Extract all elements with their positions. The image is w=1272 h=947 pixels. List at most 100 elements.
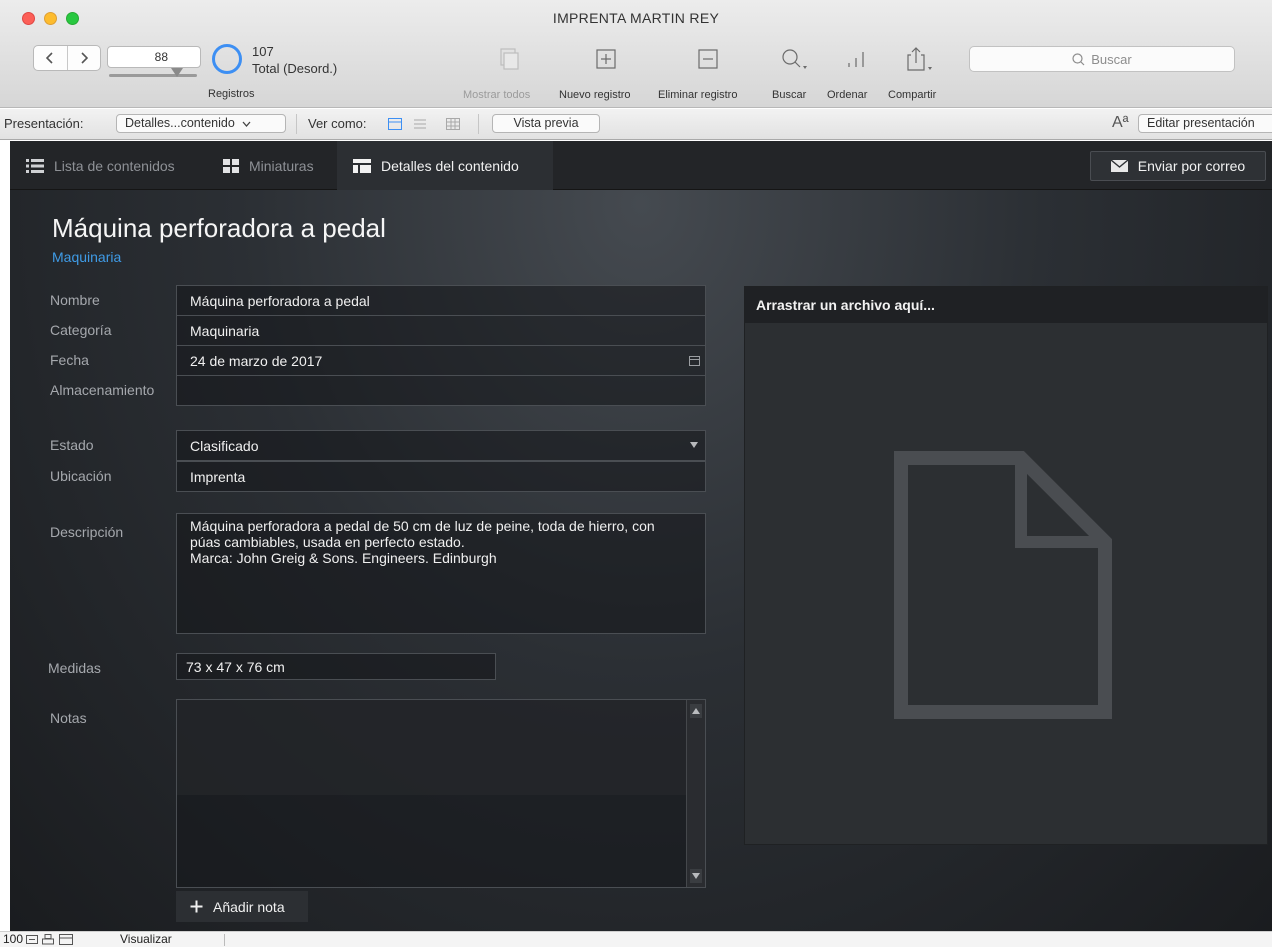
layout-label: Presentación: (4, 116, 84, 131)
tab-content-list[interactable]: Lista de contenidos (10, 141, 207, 190)
chevron-right-icon (81, 52, 88, 64)
previous-record-button[interactable] (34, 46, 67, 70)
status-dropdown[interactable]: Clasificado (176, 430, 706, 461)
tab-label: Miniaturas (249, 157, 314, 174)
description-line: Máquina perforadora a pedal de 50 cm de … (190, 518, 655, 534)
thumbnails-icon (223, 158, 239, 173)
edit-layout-button[interactable]: Editar presentación (1138, 114, 1272, 133)
sort-button[interactable]: Ordenar (827, 44, 872, 101)
divider (478, 114, 479, 134)
search-icon (1072, 52, 1085, 65)
layout-select-value: Detalles...contenido (125, 116, 235, 130)
arrow-up-icon (692, 708, 700, 714)
note-row[interactable] (177, 700, 686, 795)
delete-record-button[interactable]: Eliminar registro (658, 44, 737, 101)
window-title: IMPRENTA MARTIN REY (552, 10, 720, 26)
status-label: Estado (50, 437, 94, 453)
form-view-icon[interactable] (388, 118, 402, 130)
date-value: 24 de marzo de 2017 (190, 353, 323, 369)
total-label: Total (Desord.) (252, 61, 338, 76)
mode-label: Visualizar (120, 932, 172, 946)
search-input[interactable]: Buscar (969, 46, 1235, 72)
window-toolbar: IMPRENTA MARTIN REY 88 107 Total (Desord… (0, 0, 1272, 108)
records-label: Registros (208, 88, 255, 100)
notes-label: Notas (50, 710, 87, 726)
tab-content-details[interactable]: Detalles del contenido (337, 141, 553, 190)
details-icon (353, 158, 371, 173)
dropdown-arrow-icon (690, 442, 698, 448)
tab-bar: Lista de contenidos Miniaturas Detalles … (10, 141, 1272, 190)
storage-label: Almacenamiento (50, 382, 155, 398)
chevron-left-icon (46, 52, 53, 64)
table-view-icon[interactable] (446, 118, 460, 130)
category-label: Categoría (50, 322, 112, 338)
envelope-icon (1110, 160, 1128, 172)
description-field[interactable]: Máquina perforadora a pedal de 50 cm de … (176, 513, 706, 634)
status-value: Clasificado (190, 438, 259, 454)
location-field[interactable]: Imprenta (176, 461, 706, 492)
status-bar: 100 Visualizar (0, 931, 1272, 947)
search-icon (782, 49, 807, 69)
zoom-out-icon[interactable] (26, 935, 38, 944)
tab-label: Lista de contenidos (54, 157, 175, 174)
view-as-label: Ver como: (308, 116, 367, 131)
search-placeholder: Buscar (1091, 51, 1132, 67)
zoom-level[interactable]: 100 (3, 932, 23, 946)
description-line: púas cambiables, usada en perfecto estad… (190, 534, 465, 550)
date-label: Fecha (50, 352, 89, 368)
measures-field[interactable]: 73 x 47 x 76 cm (176, 653, 496, 680)
layout-bar: Presentación: Detalles...contenido Ver c… (0, 109, 1272, 140)
layout-toggle-icon[interactable] (59, 934, 73, 945)
chevron-down-icon (242, 121, 251, 127)
record-navigation (33, 45, 101, 71)
next-record-button[interactable] (66, 46, 101, 70)
new-record-button[interactable]: Nuevo registro (559, 44, 631, 101)
measures-label: Medidas (48, 660, 101, 676)
sort-icon (848, 52, 864, 67)
record-slider[interactable] (109, 74, 197, 77)
name-field[interactable]: Máquina perforadora a pedal (176, 285, 706, 316)
send-email-button[interactable]: Enviar por correo (1090, 151, 1266, 181)
record-title: Máquina perforadora a pedal (52, 213, 386, 243)
calendar-icon[interactable] (689, 356, 700, 366)
send-email-label: Enviar por correo (1137, 158, 1246, 174)
tab-label: Detalles del contenido (381, 157, 519, 174)
font-size-icon[interactable]: Aª (1112, 114, 1129, 132)
show-all-button[interactable]: Mostrar todos (463, 44, 530, 101)
record-status-circle (212, 44, 242, 74)
date-field[interactable]: 24 de marzo de 2017 (176, 345, 706, 376)
name-label: Nombre (50, 292, 100, 308)
find-button[interactable]: Buscar (772, 44, 810, 101)
layout-select[interactable]: Detalles...contenido (116, 114, 286, 133)
delete-record-icon (698, 49, 718, 69)
file-drop-area[interactable]: Arrastrar un archivo aquí... (744, 286, 1268, 845)
notes-scrollbar[interactable] (686, 700, 705, 887)
tab-thumbnails[interactable]: Miniaturas (207, 141, 337, 190)
divider (224, 934, 225, 946)
content-area: Lista de contenidos Miniaturas Detalles … (10, 141, 1272, 931)
new-record-icon (596, 49, 616, 69)
notes-portal[interactable] (176, 699, 706, 888)
add-note-label: Añadir nota (213, 898, 285, 915)
drop-area-header: Arrastrar un archivo aquí... (745, 287, 1267, 323)
plus-icon (190, 900, 203, 913)
share-button[interactable]: Compartir (888, 44, 936, 101)
total-count: 107 (252, 44, 274, 59)
scroll-down-button[interactable] (690, 869, 702, 883)
list-view-icon[interactable] (413, 118, 427, 130)
description-line: Marca: John Greig & Sons. Engineers. Edi… (190, 550, 497, 566)
arrow-down-icon (692, 873, 700, 879)
record-number-field[interactable]: 88 (107, 46, 201, 68)
divider (296, 114, 297, 134)
storage-field[interactable] (176, 375, 706, 406)
record-category-link[interactable]: Maquinaria (52, 249, 121, 265)
show-all-icon (500, 48, 519, 70)
preview-button[interactable]: Vista previa (492, 114, 600, 133)
status-toolbar-icon[interactable] (42, 934, 54, 945)
add-note-button[interactable]: Añadir nota (176, 891, 308, 922)
share-icon (907, 47, 932, 71)
scroll-up-button[interactable] (690, 704, 702, 718)
record-slider-knob[interactable] (171, 68, 183, 77)
list-icon (26, 158, 44, 173)
category-field[interactable]: Maquinaria (176, 315, 706, 346)
